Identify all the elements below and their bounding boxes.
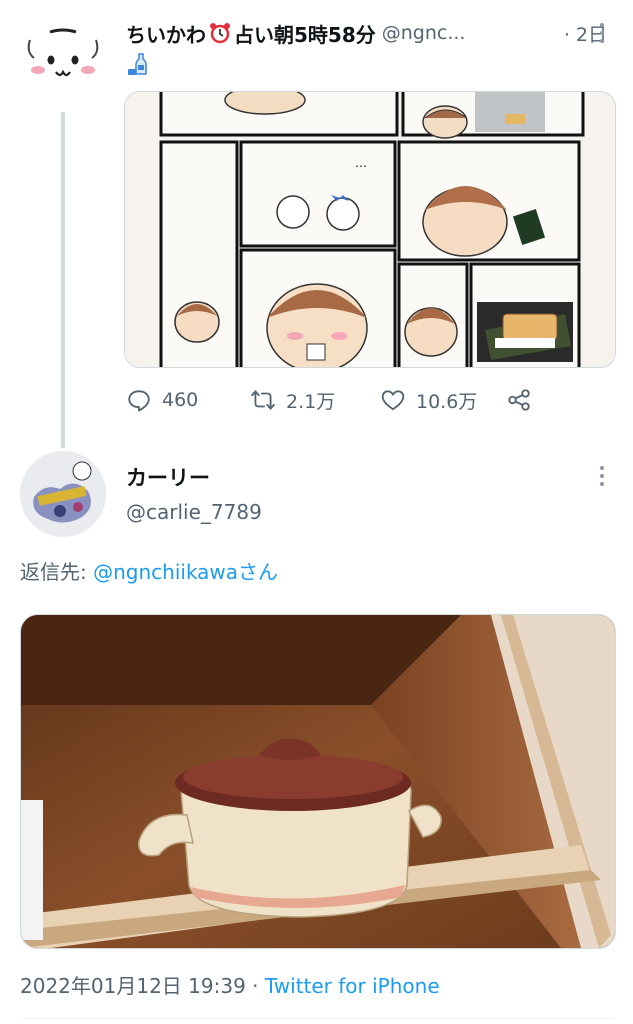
tweet-datetime[interactable]: 2022年01月12日 19:39 (20, 974, 246, 998)
display-name[interactable]: ちいかわ 占い朝5時58分 (126, 19, 376, 48)
retweet-count: 2.1万 (286, 390, 336, 413)
handle[interactable]: @ngnc... (382, 22, 466, 44)
share-button[interactable] (506, 384, 532, 416)
like-count: 10.6万 (416, 390, 478, 413)
separator-dot: · (245, 974, 265, 998)
retweet-button[interactable]: 2.1万 (250, 384, 335, 416)
avatar-chiikawa[interactable] (20, 12, 106, 98)
sake-bottle-icon (126, 52, 148, 81)
attached-photo[interactable] (20, 614, 616, 949)
heart-icon (381, 390, 405, 411)
reply-count: 460 (162, 389, 199, 411)
reply-to-label: 返信先: (20, 560, 94, 584)
divider (20, 1018, 614, 1019)
display-name[interactable]: カーリー (126, 462, 210, 492)
avatar-carlie[interactable] (20, 451, 106, 537)
more-options-icon[interactable] (596, 20, 608, 46)
reply-to-mention[interactable]: @ngnchiikawaさん (93, 560, 278, 584)
thread-line (61, 112, 65, 448)
like-button[interactable]: 10.6万 (380, 384, 477, 416)
tweet-action-bar: 460 2.1万 10.6万 (126, 384, 546, 416)
reply-to-line: 返信先: @ngnchiikawaさん (20, 556, 278, 585)
more-options-icon[interactable] (596, 463, 608, 489)
reply-button[interactable]: 460 (126, 384, 198, 416)
chiikawa-face-icon (20, 12, 106, 98)
manga-illustration: … (125, 92, 615, 367)
tweet-timestamp-line: 2022年01月12日 19:39 · Twitter for iPhone (20, 970, 440, 999)
alarm-clock-icon (210, 23, 230, 44)
pot-in-shelf-photo (21, 615, 615, 948)
tweet-header: ちいかわ 占い朝5時58分 @ngnc... · 2日 (126, 18, 607, 48)
svg-text:…: … (355, 156, 367, 170)
retweet-icon (251, 390, 275, 410)
handle[interactable]: @carlie_7789 (126, 500, 262, 524)
tweet-client-link[interactable]: Twitter for iPhone (265, 974, 440, 998)
share-icon (508, 389, 530, 411)
reply-icon (128, 390, 150, 412)
profile-picture (20, 451, 106, 537)
manga-image[interactable]: … (124, 91, 616, 368)
